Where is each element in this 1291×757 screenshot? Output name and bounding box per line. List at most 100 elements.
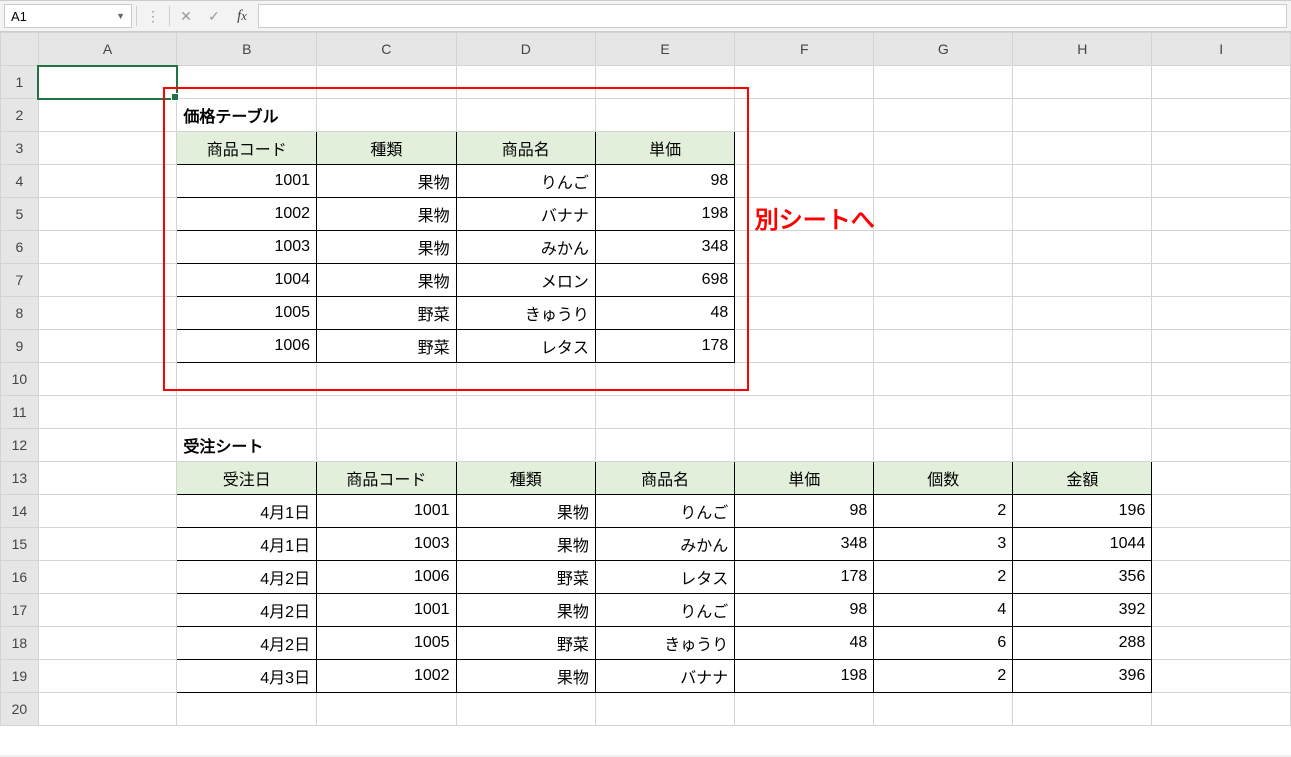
- cell-D9[interactable]: レタス: [456, 330, 595, 363]
- cell-C7[interactable]: 果物: [317, 264, 457, 297]
- cell-B1[interactable]: [177, 66, 317, 99]
- cell-I5[interactable]: [1152, 198, 1291, 231]
- cell-E8[interactable]: 48: [595, 297, 734, 330]
- cell-G7[interactable]: [874, 264, 1013, 297]
- cell-C3[interactable]: 種類: [317, 132, 457, 165]
- cell-E2[interactable]: [595, 99, 734, 132]
- cell-D2[interactable]: [456, 99, 595, 132]
- cell-I4[interactable]: [1152, 165, 1291, 198]
- cell-A20[interactable]: [38, 693, 177, 726]
- cell-D13[interactable]: 種類: [456, 462, 595, 495]
- cell-F6[interactable]: [735, 231, 874, 264]
- cell-G15[interactable]: 3: [874, 528, 1013, 561]
- cell-I8[interactable]: [1152, 297, 1291, 330]
- cell-G5[interactable]: [874, 198, 1013, 231]
- cell-I7[interactable]: [1152, 264, 1291, 297]
- cell-F18[interactable]: 48: [735, 627, 874, 660]
- cell-H5[interactable]: [1013, 198, 1152, 231]
- cell-C2[interactable]: [317, 99, 457, 132]
- cell-G18[interactable]: 6: [874, 627, 1013, 660]
- cell-C11[interactable]: [317, 396, 457, 429]
- cell-F1[interactable]: [735, 66, 874, 99]
- cell-B10[interactable]: [177, 363, 317, 396]
- cell-A18[interactable]: [38, 627, 177, 660]
- cell-B3[interactable]: 商品コード: [177, 132, 317, 165]
- row-header-2[interactable]: 2: [1, 99, 39, 132]
- cell-D12[interactable]: [456, 429, 595, 462]
- cell-E10[interactable]: [595, 363, 734, 396]
- cell-I13[interactable]: [1152, 462, 1291, 495]
- cell-C12[interactable]: [317, 429, 457, 462]
- cell-C8[interactable]: 野菜: [317, 297, 457, 330]
- cell-F9[interactable]: [735, 330, 874, 363]
- cell-E17[interactable]: りんご: [595, 594, 734, 627]
- cell-G10[interactable]: [874, 363, 1013, 396]
- cell-I19[interactable]: [1152, 660, 1291, 693]
- column-header-G[interactable]: G: [874, 33, 1013, 66]
- cell-B13[interactable]: 受注日: [177, 462, 317, 495]
- worksheet-area[interactable]: ABCDEFGHI12価格テーブル3商品コード種類商品名単価41001果物りんご…: [0, 32, 1291, 755]
- cell-H18[interactable]: 288: [1013, 627, 1152, 660]
- cell-G3[interactable]: [874, 132, 1013, 165]
- cell-F20[interactable]: [735, 693, 874, 726]
- cell-G9[interactable]: [874, 330, 1013, 363]
- cell-A17[interactable]: [38, 594, 177, 627]
- column-header-B[interactable]: B: [177, 33, 317, 66]
- cell-E9[interactable]: 178: [595, 330, 734, 363]
- cell-F3[interactable]: [735, 132, 874, 165]
- cell-I11[interactable]: [1152, 396, 1291, 429]
- row-header-18[interactable]: 18: [1, 627, 39, 660]
- cell-E1[interactable]: [595, 66, 734, 99]
- cell-A9[interactable]: [38, 330, 177, 363]
- cancel-icon[interactable]: ✕: [174, 4, 198, 28]
- cell-B20[interactable]: [177, 693, 317, 726]
- cell-B9[interactable]: 1006: [177, 330, 317, 363]
- cell-B5[interactable]: 1002: [177, 198, 317, 231]
- cell-D11[interactable]: [456, 396, 595, 429]
- cell-D7[interactable]: メロン: [456, 264, 595, 297]
- cell-B8[interactable]: 1005: [177, 297, 317, 330]
- row-header-11[interactable]: 11: [1, 396, 39, 429]
- cell-I9[interactable]: [1152, 330, 1291, 363]
- cell-B11[interactable]: [177, 396, 317, 429]
- cell-F4[interactable]: [735, 165, 874, 198]
- cell-A3[interactable]: [38, 132, 177, 165]
- expand-icon[interactable]: ⋮: [141, 4, 165, 28]
- cell-I2[interactable]: [1152, 99, 1291, 132]
- cell-D14[interactable]: 果物: [456, 495, 595, 528]
- cell-H3[interactable]: [1013, 132, 1152, 165]
- cell-I20[interactable]: [1152, 693, 1291, 726]
- row-header-16[interactable]: 16: [1, 561, 39, 594]
- enter-icon[interactable]: ✓: [202, 4, 226, 28]
- cell-C9[interactable]: 野菜: [317, 330, 457, 363]
- cell-E19[interactable]: バナナ: [595, 660, 734, 693]
- cell-F16[interactable]: 178: [735, 561, 874, 594]
- cell-D20[interactable]: [456, 693, 595, 726]
- row-header-17[interactable]: 17: [1, 594, 39, 627]
- row-header-8[interactable]: 8: [1, 297, 39, 330]
- cell-F8[interactable]: [735, 297, 874, 330]
- cell-D4[interactable]: りんご: [456, 165, 595, 198]
- cell-C5[interactable]: 果物: [317, 198, 457, 231]
- cell-H9[interactable]: [1013, 330, 1152, 363]
- cell-E3[interactable]: 単価: [595, 132, 734, 165]
- cell-D19[interactable]: 果物: [456, 660, 595, 693]
- cell-C18[interactable]: 1005: [317, 627, 457, 660]
- cell-G2[interactable]: [874, 99, 1013, 132]
- row-header-15[interactable]: 15: [1, 528, 39, 561]
- cell-G13[interactable]: 個数: [874, 462, 1013, 495]
- cell-I17[interactable]: [1152, 594, 1291, 627]
- cell-H19[interactable]: 396: [1013, 660, 1152, 693]
- column-header-E[interactable]: E: [595, 33, 734, 66]
- cell-E4[interactable]: 98: [595, 165, 734, 198]
- cell-C10[interactable]: [317, 363, 457, 396]
- row-header-19[interactable]: 19: [1, 660, 39, 693]
- cell-H17[interactable]: 392: [1013, 594, 1152, 627]
- cell-I1[interactable]: [1152, 66, 1291, 99]
- row-header-9[interactable]: 9: [1, 330, 39, 363]
- cell-G14[interactable]: 2: [874, 495, 1013, 528]
- row-header-5[interactable]: 5: [1, 198, 39, 231]
- cell-G8[interactable]: [874, 297, 1013, 330]
- cell-E15[interactable]: みかん: [595, 528, 734, 561]
- row-header-3[interactable]: 3: [1, 132, 39, 165]
